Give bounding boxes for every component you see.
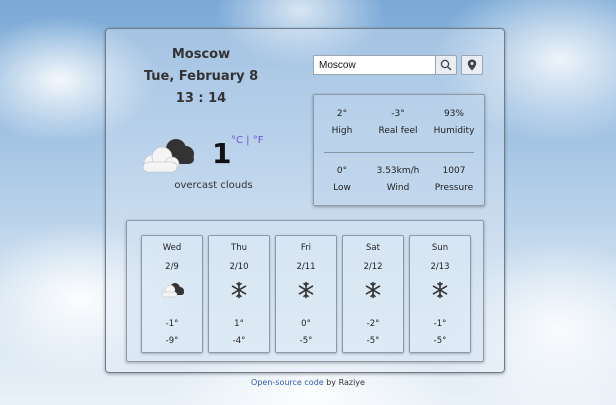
high-label: High: [331, 126, 353, 136]
pressure-label: Pressure: [434, 183, 474, 193]
forecast-day-date: 2/11: [296, 262, 316, 272]
details-row-top: 2° High -3° Real feel 93% Humidity: [314, 109, 484, 136]
snowflake-icon: [360, 280, 386, 300]
celsius-toggle[interactable]: °C: [231, 135, 243, 146]
overcast-clouds-icon: [159, 280, 185, 300]
current-date: Tue, February 8: [143, 69, 259, 84]
forecast-day-name: Sat: [366, 243, 380, 253]
forecast-day-date: 2/10: [229, 262, 249, 272]
overcast-clouds-icon: [138, 135, 200, 179]
weather-panel: Moscow Tue, February 8 13 : 14 1 °C | °F…: [105, 28, 505, 373]
forecast-day-name: Fri: [300, 243, 312, 253]
detail-high: 2° High: [314, 109, 370, 136]
forecast-day-card: Sat 2/12 -2° -5°: [342, 235, 404, 353]
detail-real-feel: -3° Real feel: [370, 109, 426, 136]
forecast-day-card: Sun 2/13 -1° -5°: [409, 235, 471, 353]
forecast-day-date: 2/9: [165, 262, 179, 272]
snowflake-icon: [427, 280, 453, 300]
forecast-high: 1°: [234, 319, 244, 329]
forecast-day-date: 2/12: [363, 262, 383, 272]
search-icon: [440, 59, 452, 71]
forecast-low: -5°: [366, 336, 380, 346]
current-time: 13 : 14: [175, 91, 227, 106]
wind-label: Wind: [386, 183, 410, 193]
forecast-high: -1°: [433, 319, 447, 329]
fahrenheit-toggle[interactable]: °F: [253, 135, 264, 146]
city-name: Moscow: [171, 47, 231, 62]
forecast-day-name: Sun: [431, 243, 449, 253]
low-value: 0°: [336, 166, 348, 176]
weather-description: overcast clouds: [174, 180, 253, 191]
forecast-high: -1°: [165, 319, 179, 329]
snowflake-icon: [226, 280, 252, 300]
details-divider: [324, 152, 474, 153]
forecast-day-card: Thu 2/10 1° -4°: [208, 235, 270, 353]
humidity-value: 93%: [443, 109, 464, 119]
detail-low: 0° Low: [314, 166, 370, 193]
forecast-low: -5°: [299, 336, 313, 346]
detail-humidity: 93% Humidity: [426, 109, 482, 136]
city-search-input[interactable]: [313, 55, 441, 75]
location-button[interactable]: [461, 55, 483, 75]
forecast-low: -4°: [232, 336, 246, 346]
footer: Open-source code by Raziye: [0, 378, 616, 387]
forecast-low: -9°: [165, 336, 179, 346]
forecast-strip: Wed 2/9 -1° -9° Thu 2/10 1° -4° Fri 2/11…: [126, 220, 484, 362]
forecast-high: 0°: [301, 319, 311, 329]
detail-wind: 3.53km/h Wind: [370, 166, 426, 193]
weather-details-card: 2° High -3° Real feel 93% Humidity 0° Lo…: [313, 94, 485, 206]
snowflake-icon: [293, 280, 319, 300]
forecast-day-card: Fri 2/11 0° -5°: [275, 235, 337, 353]
real-feel-value: -3°: [391, 109, 405, 119]
humidity-label: Humidity: [433, 126, 475, 136]
current-temperature: 1: [212, 137, 232, 170]
forecast-day-card: Wed 2/9 -1° -9°: [141, 235, 203, 353]
forecast-low: -5°: [433, 336, 447, 346]
forecast-day-date: 2/13: [430, 262, 450, 272]
low-label: Low: [333, 183, 351, 193]
detail-pressure: 1007 Pressure: [426, 166, 482, 193]
high-value: 2°: [336, 109, 348, 119]
real-feel-label: Real feel: [378, 126, 418, 136]
pressure-value: 1007: [442, 166, 466, 176]
unit-separator: |: [242, 135, 253, 146]
location-pin-icon: [467, 59, 477, 71]
unit-toggle: °C | °F: [231, 135, 263, 146]
forecast-day-name: Thu: [231, 243, 247, 253]
wind-value: 3.53km/h: [376, 166, 420, 176]
details-row-bottom: 0° Low 3.53km/h Wind 1007 Pressure: [314, 166, 484, 193]
search-button[interactable]: [435, 55, 457, 75]
footer-author: by Raziye: [323, 378, 365, 387]
forecast-high: -2°: [366, 319, 380, 329]
source-code-link[interactable]: Open-source code: [251, 378, 324, 387]
forecast-day-name: Wed: [162, 243, 182, 253]
